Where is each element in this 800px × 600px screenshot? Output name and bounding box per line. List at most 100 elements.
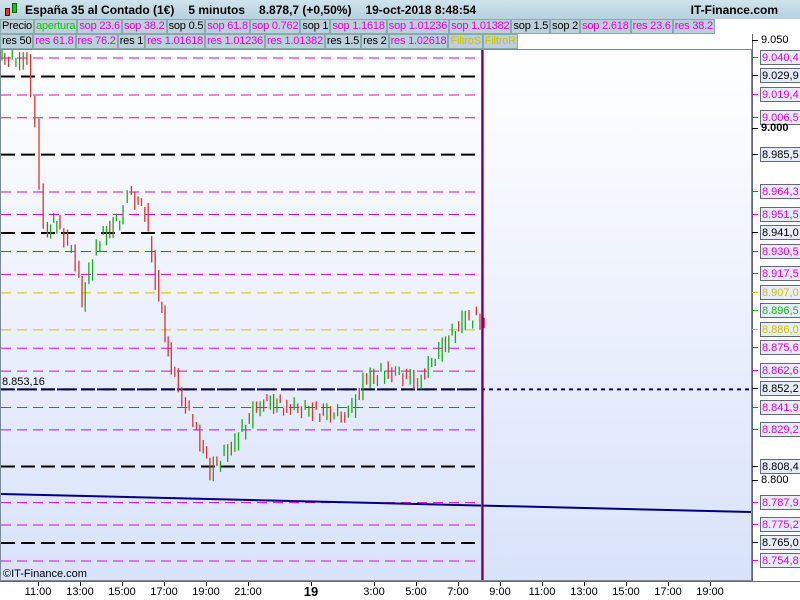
price-tick	[752, 128, 758, 130]
price-tick	[752, 250, 758, 252]
time-label: 13:00	[66, 586, 94, 598]
time-label: 3:00	[363, 586, 385, 598]
timeframe: 5 minutos	[188, 2, 246, 17]
indicator-toggles-row-1: Precio apertura sop 23.6 sop 38.2 sop 0.5 sop…	[0, 19, 715, 34]
toggle-sop-1-01382[interactable]: sop 1.01382	[449, 19, 512, 34]
toggle-res-2[interactable]: res 2	[361, 34, 389, 49]
toggle-res-1-01236[interactable]: res 1.01236	[205, 34, 265, 49]
price-label: 8.775,2	[760, 517, 800, 533]
price-label: 8.951,5	[760, 206, 800, 222]
price-label: 8.896,5	[760, 303, 800, 319]
candlestick-logo-icon	[3, 1, 21, 19]
price-axis: 9.050 9.040,4 9.029,9 9.019,4 9.006,5 9.000 8.…	[752, 34, 800, 581]
toggle-sop-61-8[interactable]: sop 61.8	[205, 19, 250, 34]
toggle-sop-1-5[interactable]: sop 1.5	[511, 19, 551, 34]
toggle-res-76-2[interactable]: res 76.2	[75, 34, 118, 49]
time-label: 7:00	[447, 586, 469, 598]
toggle-apertura[interactable]: apertura	[33, 19, 78, 34]
price-label: 8.841,9	[760, 399, 800, 415]
price-label: 9.050	[761, 34, 789, 47]
price-tick	[752, 232, 758, 234]
toggle-res-1-01618[interactable]: res 1.01618	[145, 34, 206, 49]
time-label: 17:00	[654, 586, 682, 598]
price-tick	[752, 370, 758, 372]
price-tick	[752, 75, 758, 77]
price-tick	[752, 57, 758, 58]
price-label: 8.829,2	[760, 421, 800, 437]
toggle-res-1-01382[interactable]: res 1.01382	[264, 34, 325, 49]
price-label: 8.875,6	[760, 340, 800, 356]
title-bar: España 35 al Contado (1€) 5 minutos 8.87…	[0, 0, 800, 19]
toggle-res-1[interactable]: res 1	[117, 34, 146, 49]
price-label: 8.907,0	[760, 284, 800, 300]
instrument-name: España 35 al Contado (1€)	[25, 2, 175, 17]
price-tick	[752, 328, 758, 330]
datetime: 19-oct-2018 8:48:54	[365, 2, 477, 17]
price-label: 8.787,9	[760, 494, 800, 510]
toggle-res-61-8[interactable]: res 61.8	[33, 34, 76, 49]
time-label: 13:00	[570, 586, 598, 598]
price-tick	[752, 428, 758, 430]
time-axis: 11:00 13:00 15:00 17:00 19:00 21:00 19 3:00 5:00…	[0, 581, 800, 600]
price-label: 8.862,6	[760, 363, 800, 379]
toggle-filtros[interactable]: FiltroS	[448, 34, 483, 49]
price-tick	[752, 93, 758, 95]
toggle-sop-1[interactable]: sop 1	[300, 19, 331, 34]
time-label: 19:00	[192, 586, 220, 598]
toggle-sop-1-1618[interactable]: sop 1.1618	[330, 19, 387, 34]
toggle-res-23-6[interactable]: res 23.6	[630, 19, 673, 34]
price-label: 8.917,5	[760, 266, 800, 282]
time-label: 21:00	[234, 586, 262, 598]
toggle-filtror[interactable]: FiltroR	[482, 34, 518, 49]
toggle-precio[interactable]: Precio	[0, 19, 34, 34]
price-label: 9.000	[761, 122, 789, 135]
price-tick	[752, 388, 758, 390]
toggle-sop-0-5[interactable]: sop 0.5	[166, 19, 206, 34]
price-tick	[752, 524, 758, 526]
site-name: IT-Finance.com	[690, 2, 778, 17]
price-label: 8.852,2	[760, 381, 800, 397]
time-label: 15:00	[108, 586, 136, 598]
toggle-res-38-2[interactable]: res 38.2	[672, 19, 715, 34]
time-label: 5:00	[405, 586, 427, 598]
time-label: 19	[303, 584, 319, 599]
price-tick	[752, 406, 758, 408]
price-label: 8.800	[761, 474, 789, 487]
price-label: 8.985,5	[760, 146, 800, 162]
price-tick	[752, 291, 758, 293]
toggle-sop-2-618[interactable]: sop 2.618	[580, 19, 631, 34]
price-label: 9.019,4	[760, 86, 800, 102]
price-tick	[752, 465, 758, 467]
price-chart[interactable]	[0, 47, 752, 581]
price-tick	[752, 40, 758, 42]
toggle-sop-1-01236[interactable]: sop 1.01236	[386, 19, 450, 34]
chart-canvas	[0, 47, 752, 580]
toggle-sop-23-6[interactable]: sop 23.6	[77, 19, 122, 34]
price-label: 9.029,9	[760, 68, 800, 84]
toggle-sop-38-2[interactable]: sop 38.2	[121, 19, 167, 34]
price-tick	[752, 213, 758, 215]
last-price: 8.878,7 (+0,50%)	[259, 2, 352, 17]
price-label: 8.886,0	[760, 321, 800, 337]
price-tick	[752, 153, 758, 155]
toggle-sop-2[interactable]: sop 2	[550, 19, 581, 34]
price-label: 8.941,0	[760, 225, 800, 241]
price-tick	[752, 347, 758, 349]
price-label: 9.040,4	[760, 50, 800, 65]
time-label: 17:00	[150, 586, 178, 598]
toggle-res-1-02618[interactable]: res 1.02618	[388, 34, 449, 49]
price-tick	[752, 310, 758, 312]
price-tick	[752, 273, 758, 275]
time-label: 9:00	[489, 586, 511, 598]
toggle-sop-0-762[interactable]: sop 0.762	[249, 19, 301, 34]
time-label: 19:00	[696, 586, 724, 598]
copyright: ©IT-Finance.com	[3, 568, 87, 580]
price-tick	[752, 541, 758, 543]
toggle-res-1-5[interactable]: res 1.5	[324, 34, 362, 49]
price-label: 8.754,8	[760, 552, 800, 568]
price-label: 8.808,4	[760, 458, 800, 474]
indicator-toggles-row-2: res 50 res 61.8 res 76.2 res 1 res 1.01618 re…	[0, 34, 518, 49]
price-tick	[752, 480, 758, 482]
toggle-res-50[interactable]: res 50	[0, 34, 34, 49]
time-label: 11:00	[528, 586, 556, 598]
